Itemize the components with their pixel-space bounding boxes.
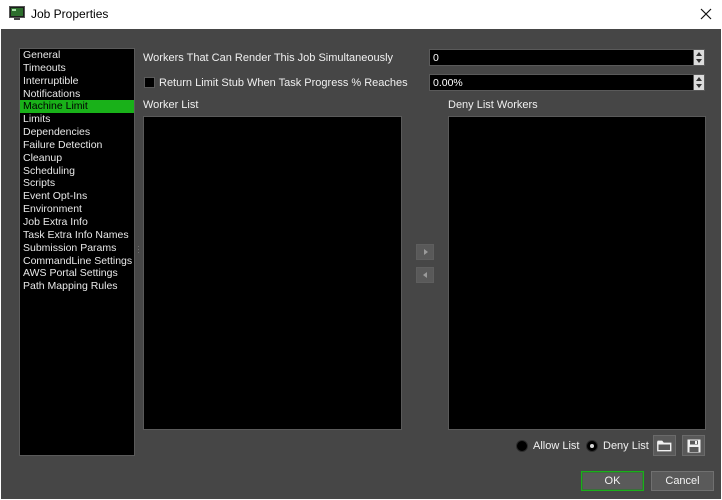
nav-item-path-mapping-rules[interactable]: Path Mapping Rules — [20, 280, 134, 293]
return-limit-stepper[interactable] — [693, 75, 704, 90]
nav-item-submission-params[interactable]: Submission Params — [20, 242, 134, 255]
deny-list-radio[interactable] — [586, 440, 598, 452]
spin-up-icon[interactable] — [696, 77, 702, 81]
return-limit-spinbox[interactable]: 0.00% — [429, 74, 705, 91]
nav-item-scripts[interactable]: Scripts — [20, 177, 134, 190]
deny-list[interactable] — [448, 116, 706, 430]
arrow-left-icon — [423, 272, 427, 278]
nav-item-interruptible[interactable]: Interruptible — [20, 75, 134, 88]
workers-spinbox[interactable]: 0 — [429, 49, 705, 66]
nav-item-scheduling[interactable]: Scheduling — [20, 165, 134, 178]
dialog-body: General Timeouts Interruptible Notificat… — [1, 29, 721, 499]
nav-item-failure-detection[interactable]: Failure Detection — [20, 139, 134, 152]
return-limit-value: 0.00% — [433, 77, 463, 89]
workers-label: Workers That Can Render This Job Simulta… — [143, 52, 394, 64]
monitor-app-icon — [9, 6, 25, 20]
spin-down-icon[interactable] — [696, 59, 702, 63]
nav-item-environment[interactable]: Environment — [20, 203, 134, 216]
move-right-button[interactable] — [416, 244, 434, 260]
allow-list-label: Allow List — [533, 440, 580, 452]
nav-item-timeouts[interactable]: Timeouts — [20, 62, 134, 75]
splitter-handle[interactable] — [137, 245, 140, 259]
nav-item-limits[interactable]: Limits — [20, 113, 134, 126]
title-bar: Job Properties — [0, 0, 722, 29]
close-button[interactable] — [692, 3, 720, 25]
spin-down-icon[interactable] — [696, 84, 702, 88]
allow-list-radio[interactable] — [516, 440, 528, 452]
nav-item-job-extra-info[interactable]: Job Extra Info — [20, 216, 134, 229]
cancel-button[interactable]: Cancel — [651, 471, 714, 491]
save-button[interactable] — [682, 435, 705, 456]
folder-icon — [657, 440, 672, 451]
category-list[interactable]: General Timeouts Interruptible Notificat… — [19, 48, 135, 456]
nav-item-aws-portal-settings[interactable]: AWS Portal Settings — [20, 267, 134, 280]
worker-list[interactable] — [143, 116, 402, 430]
return-limit-label: Return Limit Stub When Task Progress % R… — [159, 77, 408, 89]
nav-item-notifications[interactable]: Notifications — [20, 88, 134, 101]
nav-item-commandline-settings[interactable]: CommandLine Settings — [20, 255, 134, 268]
arrow-right-icon — [424, 249, 428, 255]
deny-list-label: Deny List Workers — [448, 99, 538, 111]
save-icon — [687, 439, 700, 452]
return-limit-checkbox[interactable] — [144, 77, 155, 88]
spin-up-icon[interactable] — [696, 52, 702, 56]
nav-item-machine-limit[interactable]: Machine Limit — [20, 100, 134, 114]
close-icon — [700, 8, 712, 20]
ok-button[interactable]: OK — [581, 471, 644, 491]
workers-stepper[interactable] — [693, 50, 704, 65]
open-folder-button[interactable] — [653, 435, 676, 456]
nav-item-dependencies[interactable]: Dependencies — [20, 126, 134, 139]
deny-list-radio-label: Deny List — [603, 440, 649, 452]
worker-list-label: Worker List — [143, 99, 199, 111]
window-title: Job Properties — [31, 7, 109, 21]
workers-value: 0 — [433, 52, 439, 64]
nav-item-task-extra-info-names[interactable]: Task Extra Info Names — [20, 229, 134, 242]
move-left-button[interactable] — [416, 267, 434, 283]
nav-item-general[interactable]: General — [20, 49, 134, 62]
nav-item-cleanup[interactable]: Cleanup — [20, 152, 134, 165]
nav-item-event-opt-ins[interactable]: Event Opt-Ins — [20, 190, 134, 203]
